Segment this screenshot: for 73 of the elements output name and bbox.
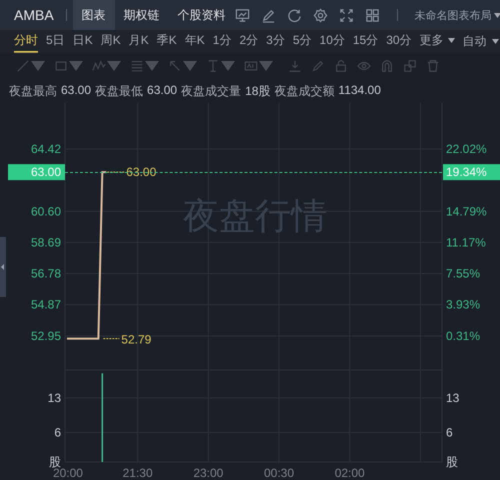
axis-label: 54.87 [30,298,61,312]
leader-line [106,172,125,173]
time-label: 02:00 [334,466,365,480]
caret-icon [494,12,500,18]
period-tab[interactable]: 3分 [266,30,285,52]
axis-label: 64.42 [30,142,61,156]
price-label: 52.79 [121,332,152,347]
caret-icon [69,59,83,73]
tab[interactable]: 个股资料 [168,0,235,30]
stat-label: 夜盘成交量 [181,83,242,99]
chart-monitor-icon[interactable] [234,8,250,22]
axis-label: 6 [446,425,453,440]
period-tab[interactable]: 周K [100,30,121,52]
axis-label: 13 [48,390,61,405]
stat-label: 夜盘成交额 [274,83,334,99]
stock-symbol: AMBA [14,7,54,23]
caret-icon [259,59,273,73]
time-label: 00:30 [264,466,294,480]
axis-label: 3.93% [446,298,480,312]
axis-label: 52.95 [30,329,61,343]
current-price-tag: 63.00 [8,164,65,180]
layout-menu[interactable]: 未命名图表布局 [414,8,500,22]
axis-label: 7.55% [446,266,480,281]
refresh-icon[interactable] [286,8,302,22]
stat-value: 1134.00 [338,83,381,99]
period-tab[interactable]: 5日 [46,30,65,52]
axis-label: 11.17% [446,235,486,250]
caret-icon [492,38,499,44]
time-label: 21:30 [122,466,153,480]
stat-label: 夜盘最高 [9,83,57,99]
period-tab[interactable]: 更多 [420,30,455,52]
caret-icon [221,59,235,73]
caret-icon [107,59,121,73]
grid-layout-icon[interactable] [364,8,380,22]
stat-value: 63.00 [147,83,178,99]
mode-dropdown[interactable]: 自动 [462,32,499,50]
period-tab[interactable]: 分时 [14,30,38,52]
stat-label: 夜盘最低 [95,83,144,99]
fullscreen-icon[interactable] [338,8,354,22]
period-tab[interactable]: 2分 [239,30,258,52]
period-tab[interactable]: 年K [184,30,205,52]
axis-label: 股 [446,455,458,469]
period-tab[interactable]: 1分 [212,30,232,52]
period-tab[interactable]: 10分 [320,30,345,52]
tab[interactable]: 图表 [72,0,115,30]
leader-line [102,338,120,340]
period-tab[interactable]: 15分 [352,30,378,52]
period-tab[interactable]: 月K [128,30,149,52]
current-change-tag: 19.34% [443,164,500,180]
stat-value: 18股 [245,83,270,99]
period-tab[interactable]: 季K [156,30,177,52]
axis-label: 22.02% [446,142,487,156]
axis-label: 0.31% [446,329,480,343]
period-tab[interactable]: 日K [72,30,93,52]
axis-label: 13 [446,390,460,405]
pencil-icon[interactable] [260,8,276,22]
caret-icon [145,59,159,73]
caret-icon [183,59,197,73]
tab[interactable]: 期权链 [114,0,169,30]
time-label: 23:00 [193,466,224,480]
panel-collapse-handle[interactable] [0,237,6,297]
settings-icon[interactable] [312,8,328,22]
period-tab[interactable]: 5分 [292,30,312,52]
caret-icon [448,38,455,42]
stat-value: 63.00 [61,83,92,99]
axis-label: 56.78 [30,266,61,281]
axis-label: 14.79% [446,204,487,218]
period-tab[interactable]: 30分 [386,30,412,52]
axis-label: 58.69 [30,235,61,250]
axis-label: 60.60 [30,204,61,218]
caret-icon [31,59,45,73]
axis-label: 股 [49,455,61,469]
axis-label: 6 [54,425,61,440]
